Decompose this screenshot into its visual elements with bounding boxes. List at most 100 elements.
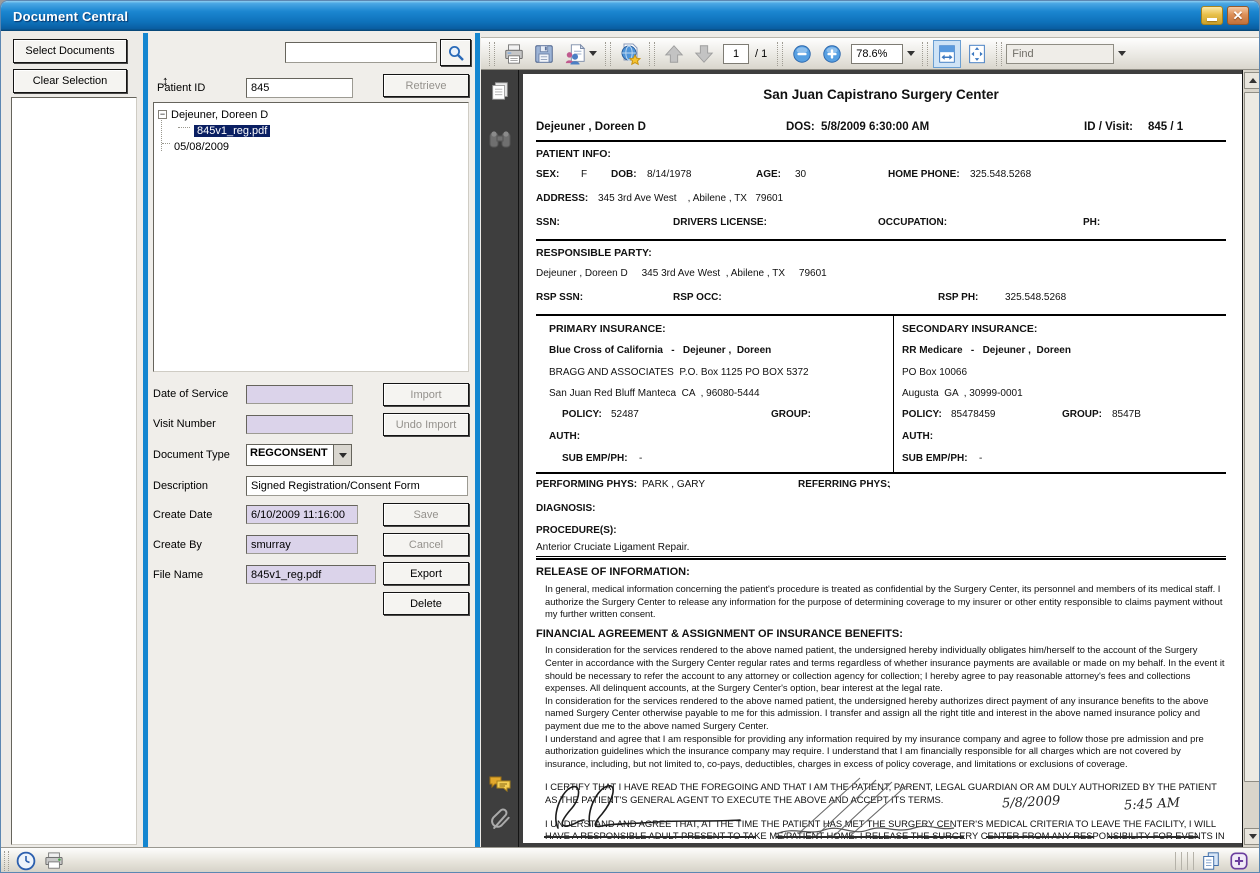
tree-node-patient[interactable]: −Dejeuner, Doreen D (156, 107, 466, 123)
dob-value: 8/14/1978 (647, 168, 692, 181)
document-type-dropdown[interactable]: REGCONSENT (246, 444, 352, 466)
fit-width-icon (936, 43, 958, 65)
attachments-panel-button[interactable] (487, 807, 513, 833)
zoom-dropdown-button[interactable] (903, 44, 918, 64)
delete-button[interactable]: Delete (383, 592, 469, 615)
viewer-scrollbar[interactable] (1242, 70, 1260, 847)
copy-pages-button[interactable] (1199, 850, 1223, 872)
binoculars-icon (488, 129, 512, 149)
minimize-button[interactable] (1201, 6, 1223, 25)
page-number-input[interactable] (723, 44, 749, 64)
cancel-button[interactable]: Cancel (383, 533, 469, 556)
previous-page-button[interactable] (660, 40, 688, 68)
chevron-down-icon (1118, 51, 1126, 56)
save-document-button[interactable] (530, 40, 558, 68)
zoom-in-icon (821, 43, 843, 65)
tree-document-label-selected[interactable]: 845v1_reg.pdf (194, 125, 270, 137)
zoom-out-button[interactable] (788, 40, 816, 68)
retrieve-button[interactable]: Retrieve (383, 74, 469, 97)
file-name-input[interactable] (246, 565, 376, 584)
export-button[interactable]: Export (383, 562, 469, 585)
policy-value: 52487 (611, 408, 639, 421)
copy-documents-icon (1201, 851, 1221, 871)
sub-emp-label: SUB EMP/PH: (562, 452, 628, 465)
address-value: 345 3rd Ave West , Abilene , TX 79601 (598, 192, 783, 205)
primary-plan: Blue Cross of California - Dejeuner , Do… (549, 344, 893, 357)
add-circle-icon (1229, 851, 1249, 871)
create-date-input[interactable] (246, 505, 358, 524)
comments-panel-button[interactable] (487, 771, 513, 797)
tree-node-document[interactable]: 845v1_reg.pdf (156, 123, 466, 139)
add-document-button[interactable] (1227, 850, 1251, 872)
titlebar[interactable]: Document Central ✕ (1, 1, 1259, 31)
doc-dos-value: 5/8/2009 6:30:00 AM (821, 120, 929, 135)
splitter-left[interactable] (143, 33, 148, 847)
export-document-button[interactable] (560, 40, 600, 68)
sub-emp-value: - (979, 452, 982, 465)
witness-signature-line (776, 836, 964, 838)
splitter-right[interactable] (475, 33, 480, 847)
scroll-down-button[interactable] (1244, 828, 1260, 845)
search-icon (447, 44, 465, 62)
toolbar-grip[interactable] (489, 42, 495, 66)
send-to-web-button[interactable] (616, 40, 644, 68)
search-input[interactable] (285, 42, 437, 63)
print-status-button[interactable] (42, 850, 66, 872)
clear-selection-button[interactable]: Clear Selection (13, 69, 127, 93)
zoom-level-input[interactable] (851, 44, 903, 64)
scrollbar-thumb[interactable] (1244, 92, 1260, 782)
close-button[interactable]: ✕ (1227, 6, 1249, 25)
release-heading: RELEASE OF INFORMATION: (536, 565, 1226, 580)
history-button[interactable] (14, 850, 38, 872)
date-line (986, 836, 1094, 838)
secondary-address1: PO Box 10066 (902, 366, 1226, 379)
selected-documents-list[interactable] (11, 97, 137, 845)
document-tree[interactable]: −Dejeuner, Doreen D 845v1_reg.pdf 05/08/… (153, 102, 469, 372)
print-button[interactable] (500, 40, 528, 68)
diagnosis-row: DIAGNOSIS: (536, 502, 1226, 519)
fit-width-button[interactable] (933, 40, 961, 68)
scroll-up-button[interactable] (1244, 72, 1260, 89)
tree-collapse-icon[interactable]: − (158, 110, 167, 119)
date-of-service-input[interactable] (246, 385, 353, 404)
toolbar-separator (777, 42, 783, 66)
pages-panel-button[interactable] (487, 78, 513, 104)
tree-patient-label[interactable]: Dejeuner, Doreen D (171, 109, 268, 121)
tree-node-visit-date[interactable]: 05/08/2009 (156, 139, 466, 155)
diagnosis-label: DIAGNOSIS: (536, 502, 595, 515)
statusbar-divider (1181, 852, 1185, 870)
visit-number-input[interactable] (246, 415, 353, 434)
patient-id-input[interactable] (246, 78, 353, 98)
find-input[interactable] (1006, 44, 1114, 64)
import-button[interactable]: Import (383, 383, 469, 406)
patient-ids-row: SSN: DRIVERS LICENSE: OCCUPATION: PH: (536, 216, 1226, 233)
save-button[interactable]: Save (383, 503, 469, 526)
create-by-input[interactable] (246, 535, 358, 554)
doc-patient-name: Dejeuner , Doreen D (536, 120, 646, 135)
policy-label: POLICY: (902, 408, 942, 421)
toolbar-separator (605, 42, 611, 66)
status-bar (1, 847, 1259, 873)
description-input[interactable] (246, 476, 468, 496)
section-divider (536, 558, 1226, 560)
date-of-service-label: Date of Service (153, 388, 228, 400)
zoom-in-button[interactable] (818, 40, 846, 68)
minimize-icon (1207, 18, 1217, 21)
search-button[interactable] (440, 39, 471, 66)
document-type-value[interactable]: REGCONSENT (246, 444, 334, 466)
search-panel-button[interactable] (487, 126, 513, 152)
age-label: AGE: (756, 168, 781, 181)
primary-subemp-row: SUB EMP/PH: - (549, 452, 893, 466)
fit-page-button[interactable] (963, 40, 991, 68)
document-page[interactable]: San Juan Capistrano Surgery Center Dejeu… (523, 74, 1242, 843)
tree-visit-date-label[interactable]: 05/08/2009 (174, 141, 229, 153)
chevron-down-icon (589, 51, 597, 56)
chevron-down-icon (339, 453, 347, 458)
find-dropdown-button[interactable] (1114, 44, 1129, 64)
next-page-button[interactable] (690, 40, 718, 68)
referring-phys-label: REFERRING PHYS: (798, 478, 890, 491)
select-documents-button[interactable]: Select Documents (13, 39, 127, 63)
document-type-dropdown-button[interactable] (334, 444, 352, 466)
primary-auth-label: AUTH: (549, 430, 893, 443)
undo-import-button[interactable]: Undo Import (383, 413, 469, 436)
